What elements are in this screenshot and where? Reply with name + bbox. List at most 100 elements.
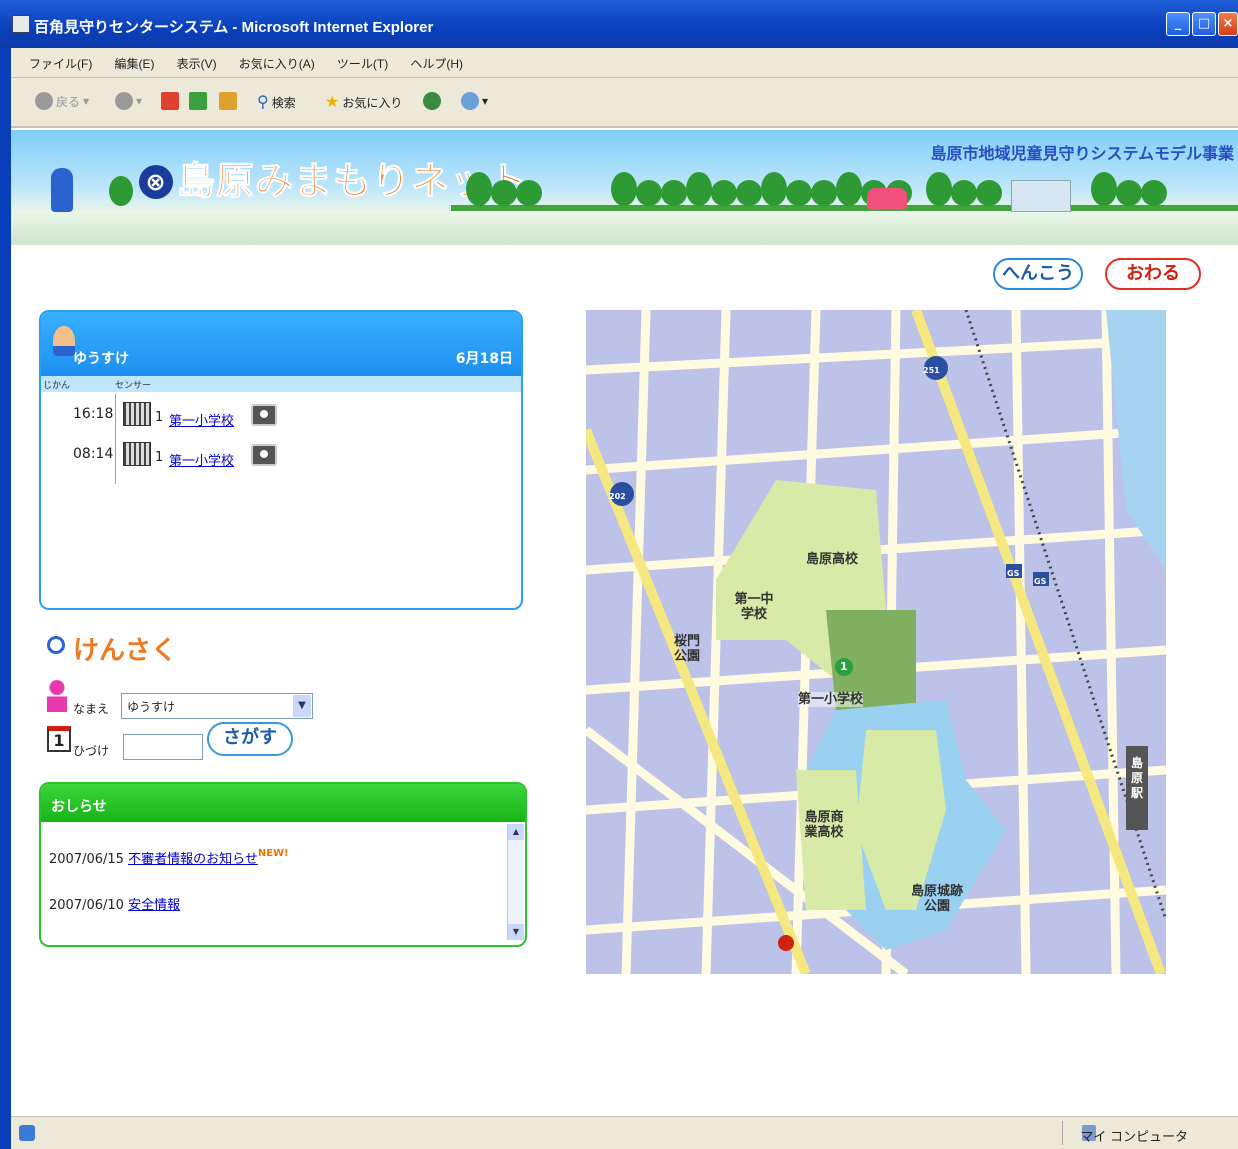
log-place-link[interactable]: 第一小学校 bbox=[169, 410, 234, 429]
menu-favorites[interactable]: お気に入り(A) bbox=[239, 55, 315, 72]
maximize-button[interactable]: □ bbox=[1192, 12, 1216, 36]
tree-icon bbox=[661, 180, 687, 206]
date-label: ひづけ bbox=[73, 744, 110, 758]
map-label-castle-park: 島原城跡公園 bbox=[910, 884, 963, 914]
tree-icon bbox=[1141, 180, 1167, 206]
minimize-button[interactable]: _ bbox=[1166, 12, 1190, 36]
child-activity-panel: ゆうすけ 6月18日 じかん センサー 16:18 1 第一小学校 08:14 … bbox=[39, 310, 523, 610]
tree-icon bbox=[611, 172, 637, 206]
area-map[interactable]: 251 202 1 GS GS 島原高校 第一中学校 桜門公園 第一小学校 島原… bbox=[586, 310, 1166, 974]
map-label-elementary-school: 第一小学校 bbox=[798, 692, 864, 707]
name-select[interactable]: ゆうすけ ▼ bbox=[121, 693, 313, 719]
scroll-down-icon[interactable]: ▼ bbox=[508, 924, 524, 940]
log-time: 08:14 bbox=[73, 446, 114, 462]
log-time: 16:18 bbox=[73, 406, 114, 422]
tree-icon bbox=[1116, 180, 1142, 206]
camera-icon[interactable] bbox=[251, 404, 277, 426]
child-illustration bbox=[51, 168, 73, 212]
menu-help[interactable]: ヘルプ(H) bbox=[410, 55, 463, 72]
route-251-label: 251 bbox=[923, 366, 940, 375]
status-bar: マイ コンピュータ bbox=[11, 1116, 1238, 1149]
school-building-icon bbox=[123, 442, 151, 466]
search-icon: ⚲ bbox=[257, 94, 269, 111]
child-panel-columns: じかん センサー bbox=[41, 376, 521, 392]
home-button[interactable] bbox=[219, 92, 237, 110]
child-name: ゆうすけ bbox=[73, 351, 129, 367]
tree-icon bbox=[109, 176, 133, 206]
child-panel-date: 6月18日 bbox=[455, 351, 513, 367]
school-building-icon bbox=[123, 402, 151, 426]
log-sensor-number: 1 bbox=[155, 410, 164, 425]
map-label-station: 島原駅 bbox=[1130, 756, 1143, 800]
mail-icon bbox=[461, 92, 479, 110]
search-title: けんさく bbox=[73, 636, 178, 666]
forward-arrow-icon bbox=[115, 92, 133, 110]
notice-item: 2007/06/15 不審者情報のお知らせNEW! bbox=[49, 848, 289, 867]
tree-icon bbox=[636, 180, 662, 206]
log-row: 08:14 1 第一小学校 bbox=[41, 438, 521, 474]
new-badge: NEW! bbox=[257, 848, 289, 859]
status-separator bbox=[1062, 1121, 1063, 1145]
refresh-button[interactable] bbox=[189, 92, 207, 110]
exit-button[interactable]: おわる bbox=[1105, 258, 1201, 290]
stop-icon bbox=[161, 92, 179, 110]
history-button[interactable] bbox=[423, 92, 441, 110]
tree-icon bbox=[516, 180, 542, 206]
toolbar: 戻る ▾ ▾ ⚲ 検索 ★ お気に入り ▾ bbox=[11, 78, 1238, 128]
marker-number: 1 bbox=[840, 660, 848, 673]
stop-button[interactable] bbox=[161, 92, 179, 110]
child-panel-header: ゆうすけ 6月18日 bbox=[41, 312, 521, 376]
ie-app-icon bbox=[12, 15, 30, 33]
notice-item: 2007/06/10 安全情報 bbox=[49, 894, 180, 913]
notice-link[interactable]: 安全情報 bbox=[128, 898, 180, 913]
notice-title: おしらせ bbox=[41, 784, 525, 822]
tree-icon bbox=[786, 180, 812, 206]
car-illustration bbox=[867, 188, 907, 210]
change-button[interactable]: へんこう bbox=[993, 258, 1083, 290]
history-icon bbox=[423, 92, 441, 110]
calendar-icon: 1 bbox=[47, 726, 71, 752]
log-place-link[interactable]: 第一小学校 bbox=[169, 450, 234, 469]
home-icon bbox=[219, 92, 237, 110]
name-label: なまえ bbox=[73, 702, 110, 716]
tree-icon bbox=[466, 172, 492, 206]
date-input[interactable] bbox=[123, 734, 203, 760]
site-banner: ⊗ 島原みまもりネット 島原市地域児童見守りシステムモデル事業 bbox=[11, 130, 1238, 245]
tree-icon bbox=[811, 180, 837, 206]
window-title: 百角見守りセンターシステム - Microsoft Internet Explo… bbox=[34, 19, 434, 36]
back-arrow-icon bbox=[35, 92, 53, 110]
favorites-button[interactable]: ★ お気に入り bbox=[325, 92, 402, 112]
column-sensor: センサー bbox=[115, 381, 152, 391]
close-button[interactable]: × bbox=[1218, 12, 1238, 36]
mail-button[interactable]: ▾ bbox=[461, 92, 488, 110]
tree-icon bbox=[836, 172, 862, 206]
notice-scrollbar[interactable]: ▲ ▼ bbox=[507, 824, 524, 940]
window-titlebar[interactable]: 百角見守りセンターシステム - Microsoft Internet Explo… bbox=[0, 0, 1238, 48]
menu-view[interactable]: 表示(V) bbox=[177, 55, 217, 72]
chevron-down-icon[interactable]: ▼ bbox=[293, 695, 311, 717]
back-button[interactable]: 戻る ▾ bbox=[35, 92, 89, 110]
route-202-label: 202 bbox=[609, 492, 626, 501]
banner-subtitle: 島原市地域児童見守りシステムモデル事業 bbox=[930, 146, 1234, 163]
notice-date: 2007/06/10 bbox=[49, 898, 124, 913]
map-label-high-school: 島原高校 bbox=[806, 552, 859, 567]
refresh-icon bbox=[189, 92, 207, 110]
menu-tools[interactable]: ツール(T) bbox=[337, 55, 388, 72]
notice-link[interactable]: 不審者情報のお知らせ bbox=[128, 852, 258, 867]
search-submit-button[interactable]: さがす bbox=[207, 722, 293, 756]
scroll-up-icon[interactable]: ▲ bbox=[508, 824, 524, 840]
gas-station-label: GS bbox=[1034, 577, 1047, 586]
security-zone: マイ コンピュータ bbox=[1080, 1129, 1188, 1144]
window-frame bbox=[0, 48, 11, 1149]
banner-ground bbox=[451, 205, 1238, 211]
map-label-junior-high: 第一中学校 bbox=[734, 592, 774, 622]
camera-icon[interactable] bbox=[251, 444, 277, 466]
menu-edit[interactable]: 編集(E) bbox=[114, 55, 154, 72]
menu-file[interactable]: ファイル(F) bbox=[29, 55, 92, 72]
tree-icon bbox=[711, 180, 737, 206]
forward-button[interactable]: ▾ bbox=[115, 92, 142, 110]
search-button[interactable]: ⚲ 検索 bbox=[257, 92, 296, 112]
commercial-school-zone bbox=[796, 770, 866, 910]
tree-icon bbox=[761, 172, 787, 206]
school-building-illustration bbox=[1011, 180, 1071, 212]
